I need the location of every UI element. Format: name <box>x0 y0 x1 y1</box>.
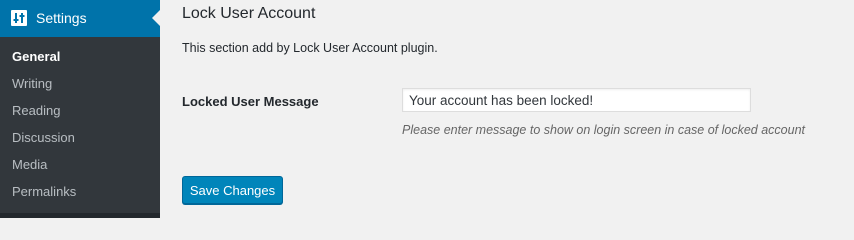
submenu-item-permalinks[interactable]: Permalinks <box>0 178 160 205</box>
menu-settings-label: Settings <box>36 10 87 26</box>
current-menu-arrow <box>152 10 160 26</box>
section-title: Lock User Account <box>182 5 316 22</box>
submenu-item-discussion[interactable]: Discussion <box>0 124 160 151</box>
locked-message-input[interactable] <box>402 88 751 112</box>
submenu-item-writing[interactable]: Writing <box>0 70 160 97</box>
section-description: This section add by Lock User Account pl… <box>182 41 438 55</box>
menu-settings[interactable]: Settings <box>0 0 160 37</box>
settings-submenu: General Writing Reading Discussion Media… <box>0 37 160 205</box>
sidebar-divider <box>0 213 160 218</box>
submenu-item-media[interactable]: Media <box>0 151 160 178</box>
submenu-item-reading[interactable]: Reading <box>0 97 160 124</box>
settings-sliders-icon <box>11 10 27 26</box>
admin-sidebar: Settings General Writing Reading Discuss… <box>0 0 160 218</box>
submenu-item-general[interactable]: General <box>0 43 160 70</box>
locked-message-label: Locked User Message <box>182 94 319 109</box>
save-changes-button[interactable]: Save Changes <box>182 176 283 204</box>
locked-message-help: Please enter message to show on login sc… <box>402 123 806 137</box>
